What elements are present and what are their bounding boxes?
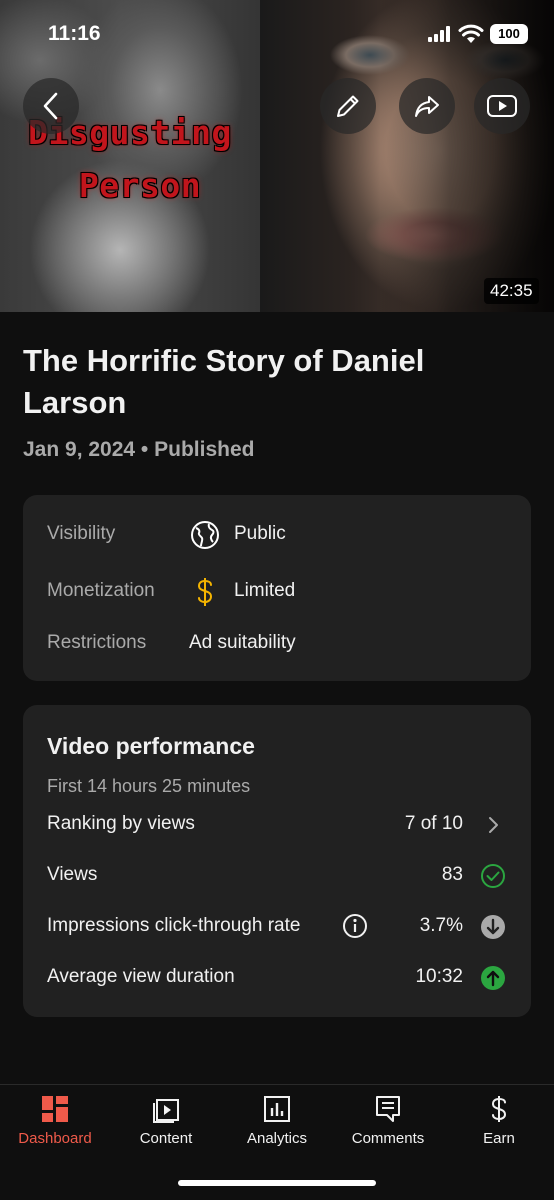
performance-subtitle: First 14 hours 25 minutes (47, 776, 251, 796)
nav-label: Comments (351, 1130, 425, 1147)
back-button[interactable] (23, 78, 79, 134)
dollar-icon (189, 576, 221, 608)
perf-value: 83 (441, 864, 463, 885)
home-indicator (178, 1180, 376, 1186)
restrictions-value: Ad suitability (189, 632, 296, 653)
restrictions-label: Restrictions (47, 632, 147, 653)
monetization-value: Limited (234, 580, 296, 601)
nav-label: Earn (483, 1130, 515, 1147)
performance-title: Video performance (47, 733, 255, 759)
down-arrow-icon (479, 913, 507, 941)
visibility-label: Visibility (47, 523, 116, 544)
content-icon (153, 1099, 179, 1123)
chevron-right-icon (479, 811, 507, 839)
status-time: 11:16 (48, 22, 101, 45)
pencil-icon (337, 95, 359, 117)
visibility-value: Public (234, 523, 286, 544)
analytics-icon (264, 1096, 290, 1122)
nav-earn[interactable]: Earn (444, 1085, 554, 1165)
nav-dashboard[interactable]: Dashboard (0, 1085, 110, 1165)
earn-icon (491, 1096, 507, 1122)
dashboard-icon (42, 1096, 68, 1122)
perf-value: 10:32 (415, 966, 463, 987)
video-details: The Horrific Story of Daniel Larson Jan … (0, 312, 554, 1084)
nav-analytics[interactable]: Analytics (222, 1085, 332, 1165)
perf-value: 7 of 10 (404, 813, 463, 834)
wifi-icon (458, 24, 484, 43)
cellular-signal-icon (428, 26, 450, 42)
globe-icon (189, 519, 221, 551)
thumbnail-overlay-text-2: Person (78, 166, 202, 205)
perf-label: Ranking by views (47, 813, 195, 834)
nav-label: Dashboard (18, 1130, 92, 1147)
nav-comments[interactable]: Comments (333, 1085, 443, 1165)
status-card[interactable]: Visibility Public Monetization Limited R… (23, 495, 531, 681)
video-title: The Horrific Story of Daniel Larson (23, 343, 425, 420)
views-row: Views 83 (23, 856, 531, 896)
edit-button[interactable] (320, 78, 376, 134)
perf-label: Impressions click-through rate (47, 915, 301, 936)
video-meta: Jan 9, 2024 • Published (23, 438, 255, 461)
share-icon (415, 96, 439, 117)
youtube-play-icon (487, 95, 517, 117)
monetization-label: Monetization (47, 580, 155, 601)
share-button[interactable] (399, 78, 455, 134)
ranking-row[interactable]: Ranking by views 7 of 10 (23, 805, 531, 845)
check-circle-icon (479, 862, 507, 890)
perf-label: Views (47, 864, 98, 885)
nav-label: Analytics (246, 1130, 308, 1147)
video-performance-card: Video performance First 14 hours 25 minu… (23, 705, 531, 1017)
ctr-row: Impressions click-through rate 3.7% (23, 907, 531, 947)
up-arrow-icon (479, 964, 507, 992)
comments-icon (376, 1096, 400, 1122)
info-icon[interactable] (341, 912, 369, 940)
avg-duration-row: Average view duration 10:32 (23, 958, 531, 998)
perf-value: 3.7% (419, 915, 463, 936)
nav-label: Content (139, 1130, 193, 1147)
nav-content[interactable]: Content (111, 1085, 221, 1165)
battery-indicator: 100 (490, 24, 528, 44)
duration-badge: 42:35 (484, 278, 539, 304)
perf-label: Average view duration (47, 966, 235, 987)
status-bar: 11:16 100 (0, 0, 554, 70)
back-icon (43, 92, 58, 120)
open-youtube-button[interactable] (474, 78, 530, 134)
